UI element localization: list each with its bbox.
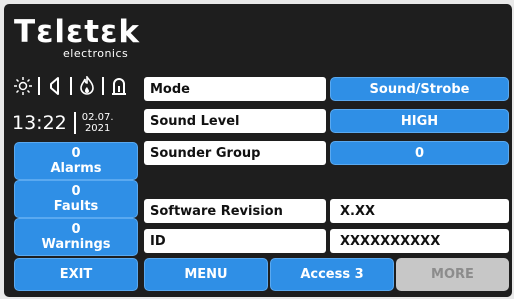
mode-label: Mode bbox=[144, 77, 326, 101]
alarms-button[interactable]: 0 Alarms bbox=[14, 142, 138, 180]
divider bbox=[102, 77, 104, 95]
sun-icon bbox=[12, 75, 34, 97]
exit-button[interactable]: EXIT bbox=[14, 258, 138, 291]
more-button[interactable]: MORE bbox=[396, 258, 509, 291]
warnings-count: 0 bbox=[71, 222, 81, 237]
divider bbox=[38, 77, 40, 95]
id-label: ID bbox=[144, 229, 326, 253]
faults-label: Faults bbox=[53, 199, 99, 214]
siren-icon bbox=[108, 75, 130, 97]
sound-level-label: Sound Level bbox=[144, 109, 326, 133]
software-revision-label: Software Revision bbox=[144, 199, 326, 223]
brand-name: Tεlεtεk bbox=[14, 14, 140, 50]
clock-time: 13:22 bbox=[12, 112, 67, 134]
fire-icon bbox=[76, 75, 98, 97]
clock-date-day: 02.07. bbox=[81, 112, 114, 123]
faults-count: 0 bbox=[71, 184, 81, 199]
speaker-icon bbox=[44, 75, 66, 97]
menu-button[interactable]: MENU bbox=[144, 258, 268, 291]
divider bbox=[73, 112, 76, 134]
sound-level-value-button[interactable]: HIGH bbox=[330, 109, 509, 133]
warnings-button[interactable]: 0 Warnings bbox=[14, 218, 138, 256]
clock: 13:22 02.07. 2021 bbox=[12, 109, 142, 137]
brand-tagline: electronics bbox=[63, 47, 129, 60]
clock-date-year: 2021 bbox=[84, 123, 111, 134]
clock-date: 02.07. 2021 bbox=[82, 112, 114, 134]
divider bbox=[70, 77, 72, 95]
faults-button[interactable]: 0 Faults bbox=[14, 180, 138, 218]
alarms-count: 0 bbox=[71, 146, 81, 161]
software-revision-value: X.XX bbox=[330, 199, 509, 223]
mode-value-button[interactable]: Sound/Strobe bbox=[330, 77, 509, 101]
brand-logo: Tεlεtεk electronics bbox=[14, 14, 140, 60]
access-level-button[interactable]: Access 3 bbox=[270, 258, 394, 291]
sounder-group-value-button[interactable]: 0 bbox=[330, 141, 509, 165]
sounder-group-label: Sounder Group bbox=[144, 141, 326, 165]
warnings-label: Warnings bbox=[41, 237, 111, 252]
status-icons bbox=[12, 75, 140, 97]
alarms-label: Alarms bbox=[50, 161, 102, 176]
panel-screen: Tεlεtεk electronics 13:22 02.07. 2021 0 … bbox=[4, 4, 512, 297]
id-value: XXXXXXXXXX bbox=[330, 229, 509, 253]
